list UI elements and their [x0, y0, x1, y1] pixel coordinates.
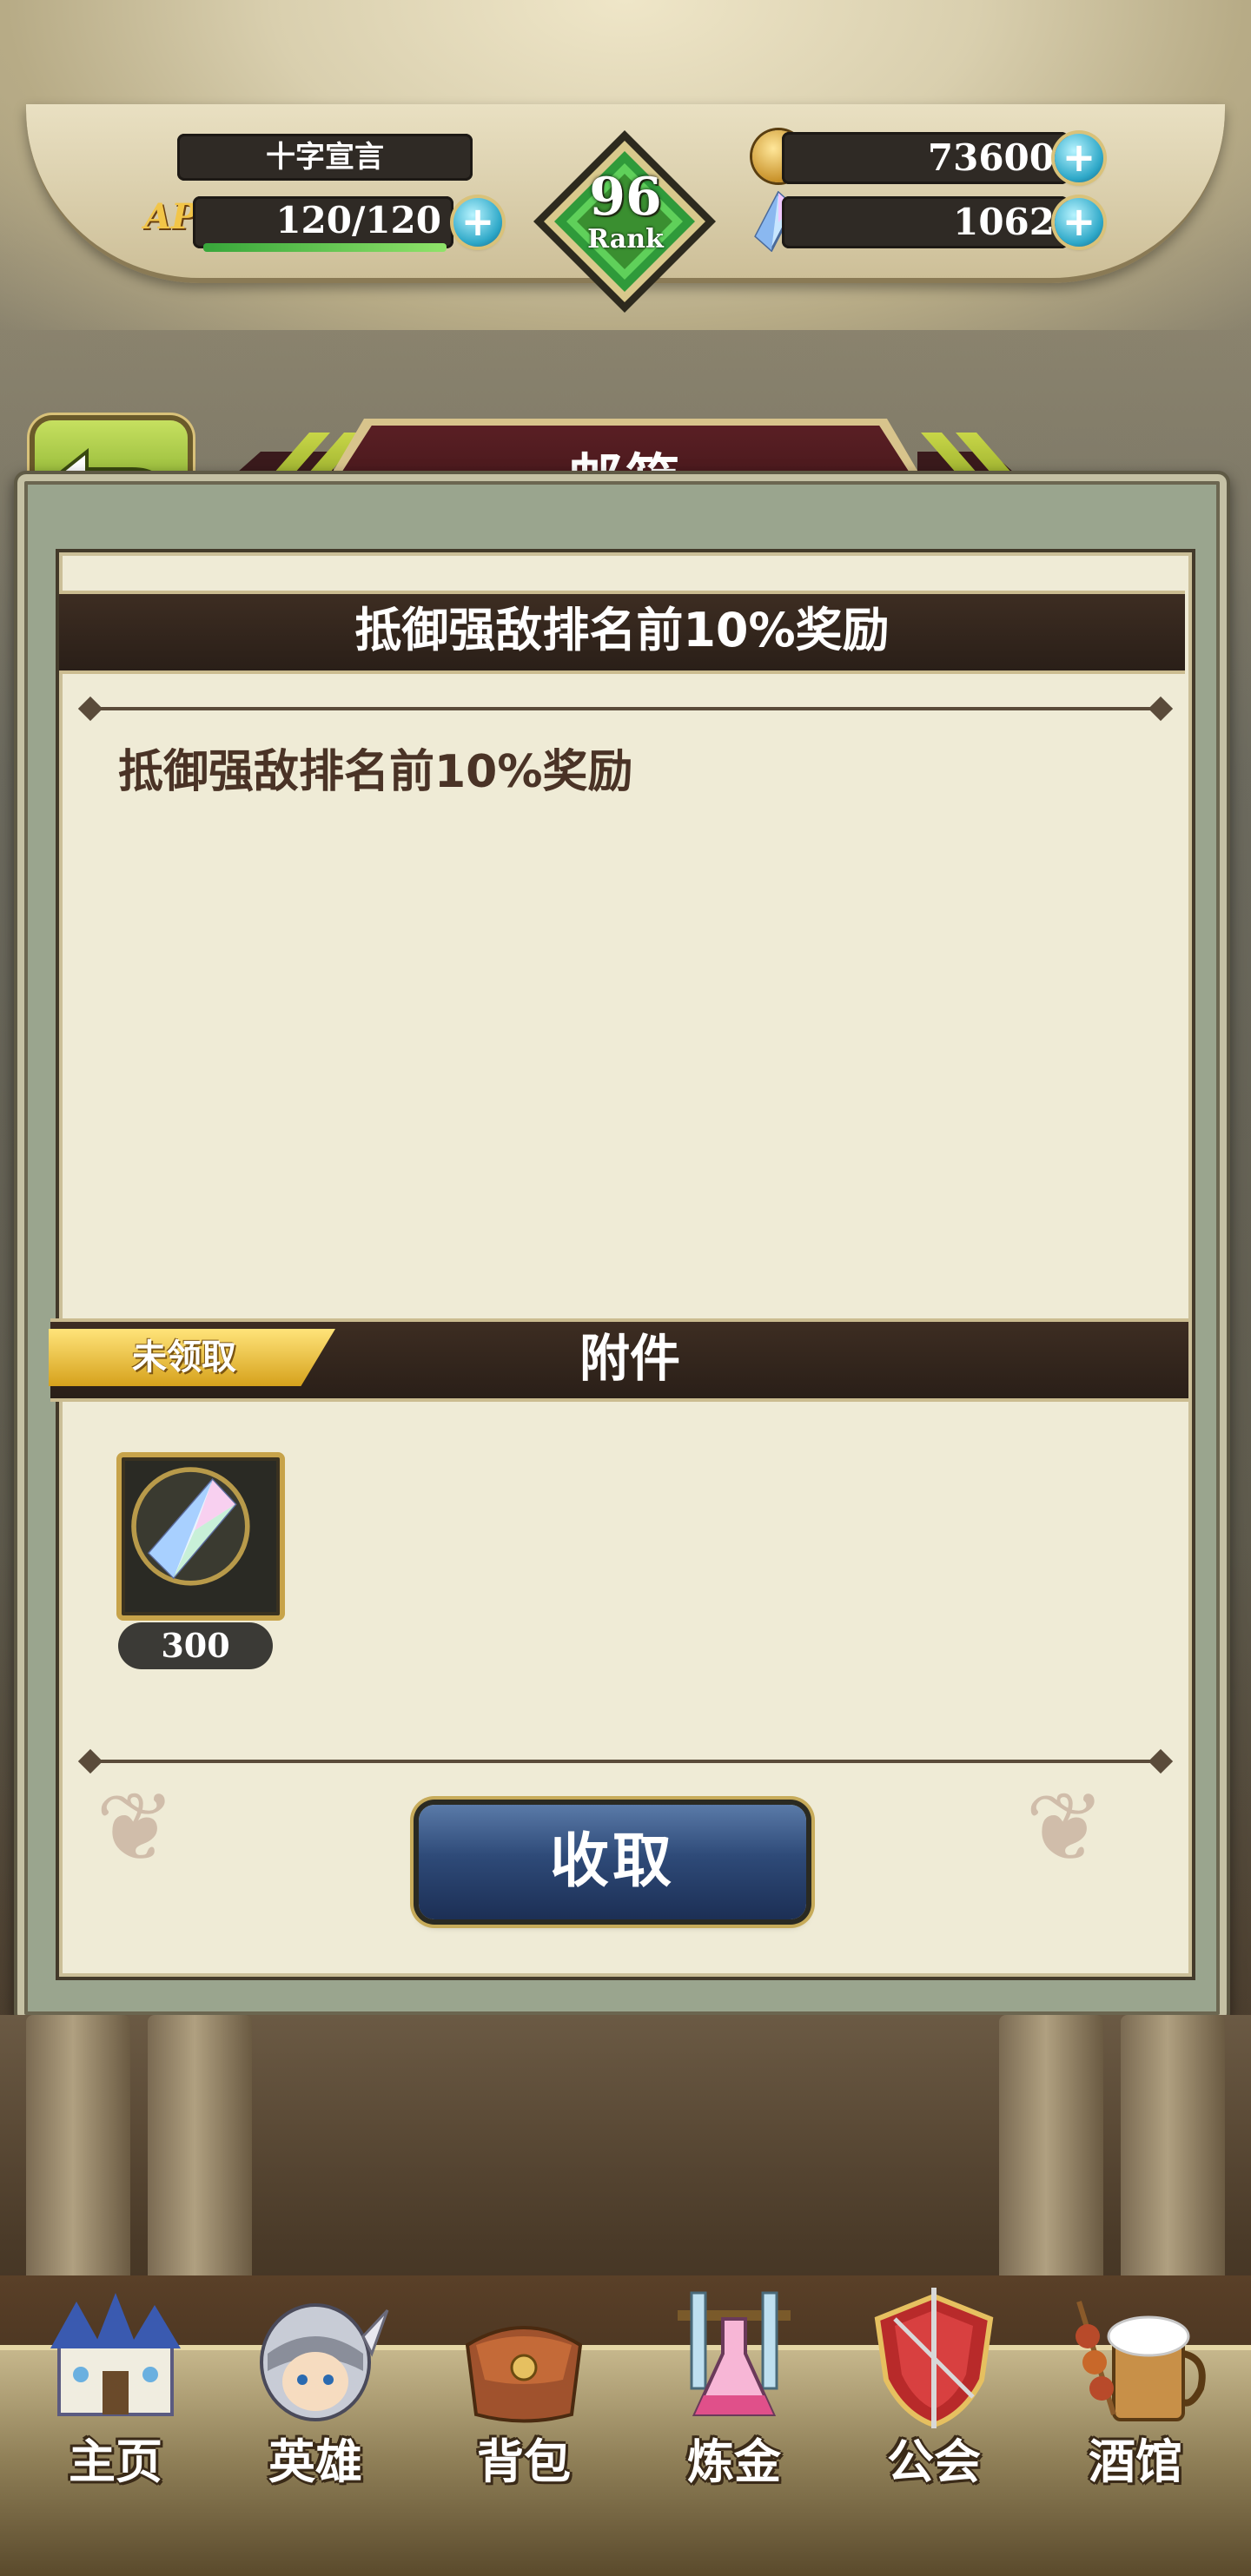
ap-counter: 120/120 — [193, 196, 453, 248]
mail-subject: 抵御强敌排名前10%奖励 — [354, 603, 890, 657]
nav-label: 炼金 — [687, 2434, 781, 2489]
rank-label: Rank — [587, 224, 664, 254]
add-gold-button[interactable]: + — [1055, 134, 1103, 182]
rank-number: 96 — [589, 167, 662, 228]
nav-item-tavern[interactable]: 酒馆 — [1037, 2275, 1234, 2493]
ornament-right-icon: ❦ — [1025, 1772, 1106, 1883]
nav-label: 背包 — [477, 2434, 571, 2489]
satchel-icon — [465, 2326, 583, 2423]
status-badge-label: 未领取 — [132, 1338, 236, 1377]
crystal-gem-icon — [131, 1467, 250, 1586]
nav-label: 英雄 — [268, 2434, 362, 2489]
attachment-count: 300 — [118, 1622, 273, 1669]
divider — [87, 707, 1164, 710]
gold-counter: 73600 — [782, 132, 1069, 184]
nav-item-bag[interactable]: 背包 — [426, 2275, 622, 2493]
nav-item-home[interactable]: 主页 — [17, 2275, 214, 2493]
add-gem-button[interactable]: + — [1055, 198, 1103, 247]
player-name: 十字宣言 — [177, 134, 473, 181]
nav-item-heroes[interactable]: 英雄 — [217, 2275, 414, 2493]
divider — [87, 1760, 1164, 1763]
castle-icon — [50, 2293, 181, 2416]
guild-shield-icon — [874, 2288, 994, 2428]
knight-helmet-icon — [260, 2303, 389, 2421]
nav-item-alchemy[interactable]: 炼金 — [636, 2275, 832, 2493]
nav-item-guild[interactable]: 公会 — [836, 2275, 1032, 2493]
nav-label: 酒馆 — [1089, 2434, 1182, 2489]
attachment-item[interactable] — [116, 1452, 285, 1621]
nav-label: 公会 — [887, 2434, 981, 2489]
ornament-left-icon: ❦ — [96, 1772, 176, 1883]
gem-counter: 1062 — [782, 196, 1069, 248]
add-ap-button[interactable]: + — [453, 198, 502, 247]
attachments-title: 附件 — [579, 1329, 680, 1388]
mail-body: 抵御强敌排名前10%奖励 — [118, 746, 633, 798]
nav-label: 主页 — [69, 2434, 162, 2489]
tavern-beer-icon — [1076, 2301, 1206, 2421]
ap-icon: AP — [144, 196, 198, 237]
ap-progress-fill — [203, 243, 447, 252]
collect-button[interactable]: 收取 — [419, 1805, 806, 1919]
potion-flask-icon — [678, 2291, 791, 2416]
